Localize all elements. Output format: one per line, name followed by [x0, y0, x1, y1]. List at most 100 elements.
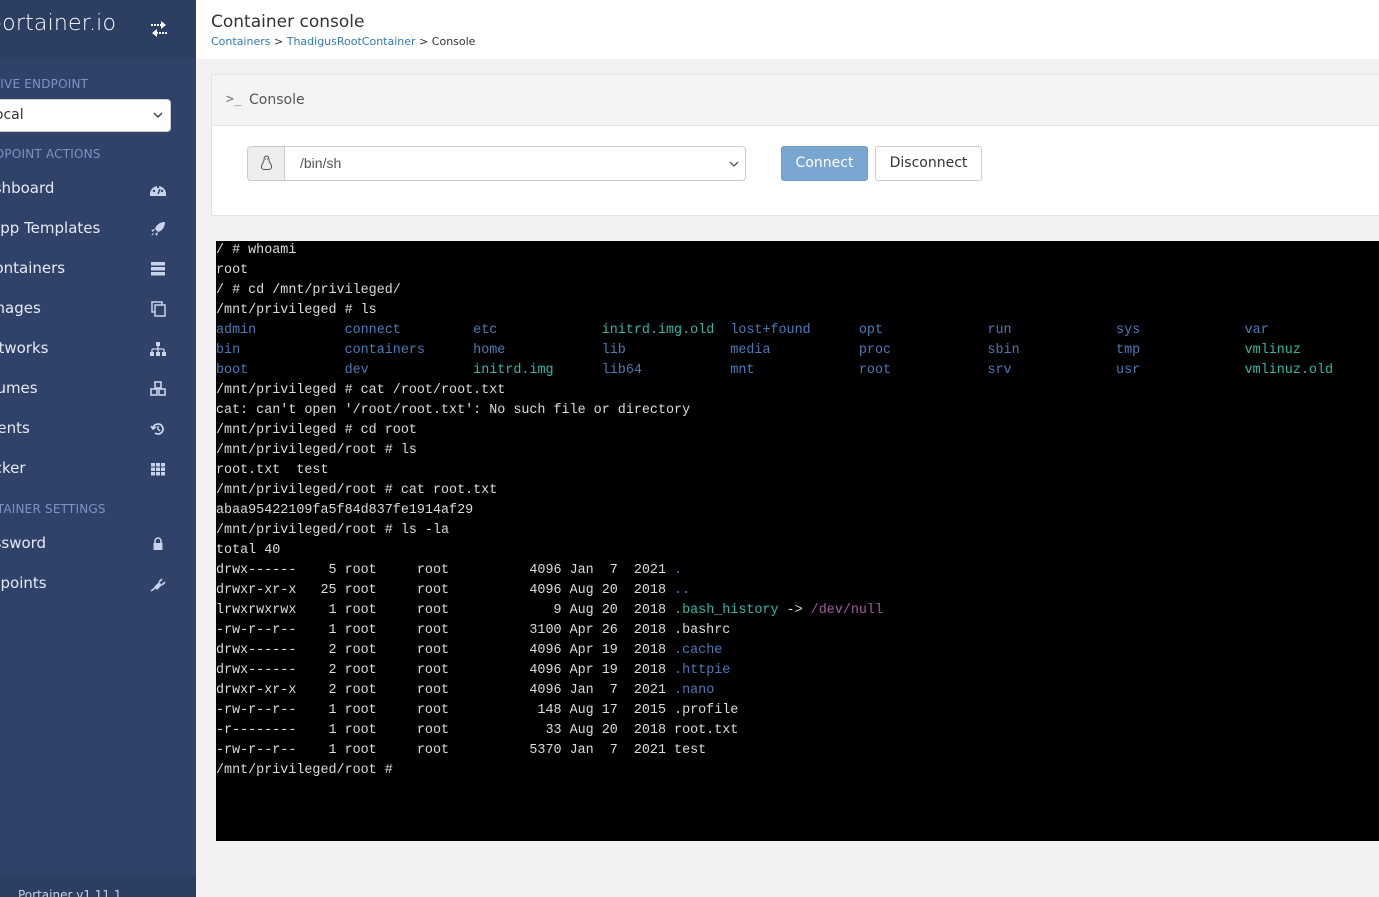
terminal-line: /mnt/privileged/root # ls	[216, 441, 1333, 461]
terminal-output: / # whoami root / # cd /mnt/privileged/ /mn…	[216, 241, 1333, 781]
chevron-down-icon	[729, 161, 739, 167]
terminal-text: .	[674, 563, 683, 578]
terminal-text: / # whoami	[216, 243, 297, 258]
sidebar-item-label: Dashboard	[0, 179, 55, 197]
lock-icon	[153, 537, 163, 550]
sidebar-item-containers[interactable]: Containers	[0, 249, 196, 289]
sidebar-item-label: App Templates	[0, 219, 101, 237]
page-title: Container console	[211, 12, 365, 32]
terminal-line: / # cd /mnt/privileged/	[216, 281, 1333, 301]
terminal-text: lost+found	[730, 323, 859, 338]
sidebar-item-docker[interactable]: Docker	[0, 449, 196, 489]
terminal-line: /mnt/privileged # ls	[216, 301, 1333, 321]
terminal-text: drwx------ 2 root root 4096 Apr 19 2018	[216, 643, 675, 658]
terminal-text: usr	[1116, 363, 1245, 378]
terminal-text: sbin	[987, 343, 1117, 358]
connect-button[interactable]: Connect	[781, 146, 868, 181]
terminal-text: lrwxrwxrwx 1 root root 9 Aug 20 2018	[216, 603, 675, 618]
terminal-text: dev	[344, 363, 474, 378]
terminal-text: vmlinuz	[1244, 343, 1301, 358]
terminal-text: /mnt/privileged # cat /root/root.txt	[216, 383, 506, 398]
terminal-line: drwx------ 2 root root 4096 Apr 19 2018 …	[216, 641, 1333, 661]
terminal-text: /mnt/privileged/root # ls -la	[216, 523, 450, 538]
terminal-icon: >_	[226, 92, 242, 107]
console-widget-title: Console	[249, 92, 305, 108]
linux-icon	[260, 155, 273, 170]
terminal-text: -rw-r--r-- 1 root root 3100 Apr 26 2018 …	[216, 623, 731, 638]
terminal-line: -rw-r--r-- 1 root root 5370 Jan 7 2021 t…	[216, 741, 1333, 761]
shell-addon	[248, 147, 285, 180]
terminal-line: boot dev initrd.img lib64 mnt root srv u…	[216, 361, 1333, 381]
terminal-text: -r-------- 1 root root 33 Aug 20 2018 ro…	[216, 723, 739, 738]
terminal-text: cat: can't open '/root/root.txt': No suc…	[216, 403, 691, 418]
terminal-line: -rw-r--r-- 1 root root 3100 Apr 26 2018 …	[216, 621, 1333, 641]
terminal-text: lib64	[601, 363, 731, 378]
sidebar-footer: Portainer v1.11.1	[0, 876, 196, 897]
terminal-text: home	[473, 343, 602, 358]
th-icon	[151, 463, 165, 476]
page-header: Container console Containers > ThadigusR…	[196, 0, 1379, 59]
terminal-line: /mnt/privileged # cd root	[216, 421, 1333, 441]
terminal-text: root	[216, 263, 249, 278]
terminal-line: /mnt/privileged/root # ls -la	[216, 521, 1333, 541]
sidebar-item-app-templates[interactable]: App Templates	[0, 209, 196, 249]
terminal-text: /mnt/privileged # cd root	[216, 423, 417, 438]
terminal-line: drwxr-xr-x 2 root root 4096 Jan 7 2021 .…	[216, 681, 1333, 701]
terminal-line: admin connect etc initrd.img.old lost+fo…	[216, 321, 1333, 341]
terminal-text: /mnt/privileged/root #	[216, 763, 401, 778]
terminal-text: initrd.img	[473, 363, 602, 378]
sitemap-icon	[150, 342, 166, 356]
breadcrumb-container[interactable]: ThadigusRootContainer	[287, 35, 416, 48]
sidebar-item-password[interactable]: Password	[0, 524, 196, 564]
terminal-line: total 40	[216, 541, 1333, 561]
sidebar-item-label: Containers	[0, 259, 66, 277]
sidebar-item-images[interactable]: Images	[0, 289, 196, 329]
chevron-down-icon	[153, 112, 163, 118]
sidebar-item-endpoints[interactable]: Endpoints	[0, 564, 196, 604]
endpoint-select-value: local	[0, 107, 24, 123]
terminal-line: lrwxrwxrwx 1 root root 9 Aug 20 2018 .ba…	[216, 601, 1333, 621]
sidebar-item-volumes[interactable]: Volumes	[0, 369, 196, 409]
terminal-text: initrd.img.old	[601, 323, 731, 338]
terminal-text: drwxr-xr-x 25 root root 4096 Aug 20 2018	[216, 583, 675, 598]
terminal-text: .nano	[674, 683, 715, 698]
sidebar-item-label: Images	[0, 299, 41, 317]
sidebar-item-dashboard[interactable]: Dashboard	[0, 169, 196, 209]
brand-logo[interactable]: portainer.io	[0, 11, 116, 36]
terminal-text: drwxr-xr-x 2 root root 4096 Jan 7 2021	[216, 683, 675, 698]
terminal-text: .httpie	[674, 663, 731, 678]
active-endpoint-title: ACTIVE ENDPOINT	[0, 77, 89, 91]
endpoint-select[interactable]: local	[0, 99, 171, 132]
terminal-line: abaa95422109fa5f84d837fe1914af29	[216, 501, 1333, 521]
shell-select[interactable]: /bin/sh	[247, 146, 746, 181]
version-label: Portainer v1.11.1	[18, 888, 122, 897]
endpoint-actions-title: ENDPOINT ACTIONS	[0, 147, 101, 161]
breadcrumb-containers[interactable]: Containers	[211, 35, 271, 48]
terminal-text: admin	[216, 323, 345, 338]
breadcrumb-separator: >	[419, 35, 429, 48]
breadcrumb: Containers > ThadigusRootContainer > Con…	[211, 35, 475, 48]
terminal-line: /mnt/privileged # cat /root/root.txt	[216, 381, 1333, 401]
disconnect-button[interactable]: Disconnect	[875, 146, 982, 181]
terminal-line: root	[216, 261, 1333, 281]
breadcrumb-separator: >	[274, 35, 284, 48]
terminal-text: root.txt test	[216, 463, 329, 478]
portainer-settings-title: PORTAINER SETTINGS	[0, 502, 106, 516]
toggle-sidebar-icon[interactable]	[148, 18, 170, 40]
sidebar: portainer.io ACTIVE ENDPOINT local ENDPO…	[0, 0, 196, 897]
terminal-line: bin containers home lib media proc sbin …	[216, 341, 1333, 361]
sidebar-item-networks[interactable]: Networks	[0, 329, 196, 369]
terminal-line: drwxr-xr-x 25 root root 4096 Aug 20 2018…	[216, 581, 1333, 601]
sidebar-brand: portainer.io	[0, 0, 196, 59]
terminal[interactable]: / # whoami root / # cd /mnt/privileged/ /mn…	[216, 241, 1379, 841]
sidebar-item-events[interactable]: Events	[0, 409, 196, 449]
terminal-line: /mnt/privileged/root # cat root.txt	[216, 481, 1333, 501]
terminal-text: / # cd /mnt/privileged/	[216, 283, 401, 298]
dashboard-icon	[150, 185, 166, 196]
terminal-line: /mnt/privileged/root #	[216, 761, 1333, 781]
terminal-text: bin	[216, 343, 345, 358]
terminal-text: /mnt/privileged/root # ls	[216, 443, 417, 458]
terminal-text: -rw-r--r-- 1 root root 148 Aug 17 2015 .…	[216, 703, 739, 718]
terminal-line: -rw-r--r-- 1 root root 148 Aug 17 2015 .…	[216, 701, 1333, 721]
sidebar-item-label: Password	[0, 534, 47, 552]
